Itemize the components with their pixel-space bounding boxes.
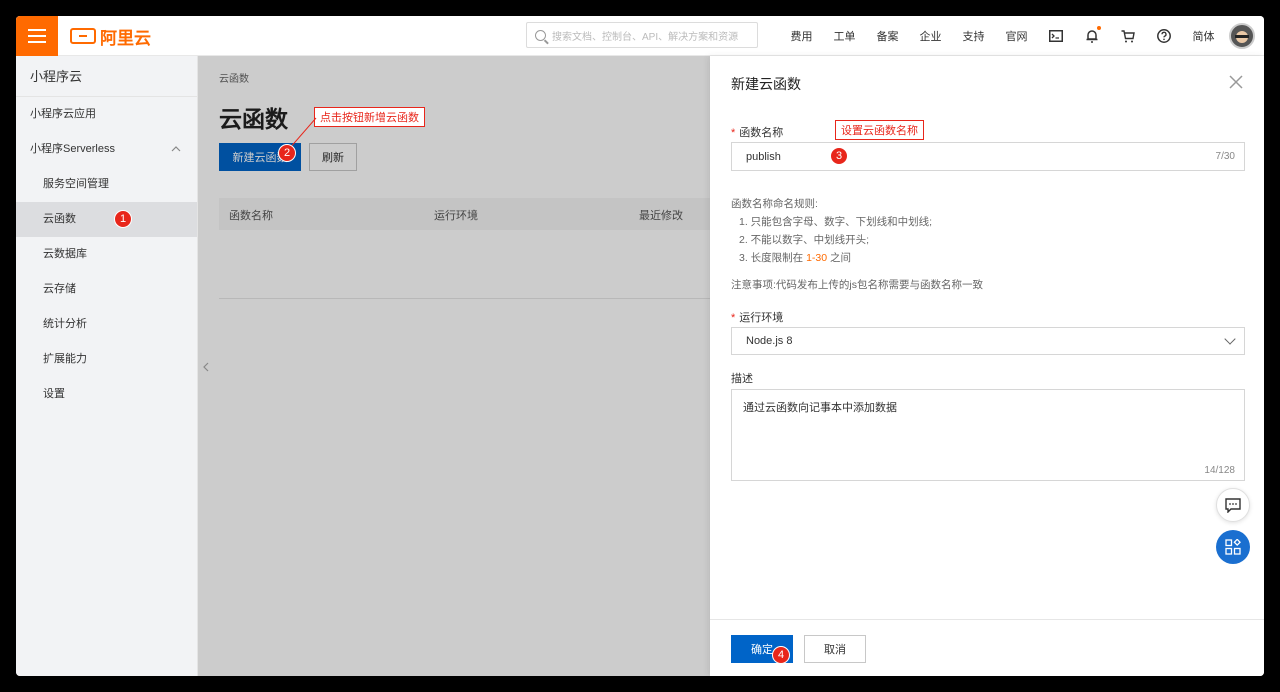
sidebar-title: 小程序云 — [16, 56, 197, 97]
logo-mark-icon — [70, 28, 96, 44]
drawer-footer: 确定 4 取消 — [710, 619, 1264, 676]
sidebar-item-space-management[interactable]: 服务空间管理 — [16, 167, 197, 202]
nav-fees[interactable]: 费用 — [780, 28, 823, 44]
search-input[interactable]: 搜索文档、控制台、API、解决方案和资源 — [526, 22, 758, 48]
sidebar-item-label: 云存储 — [43, 283, 76, 295]
help-icon[interactable] — [1146, 29, 1182, 43]
function-name-label: * 函数名称 — [731, 124, 783, 140]
runtime-label: * 运行环境 — [731, 309, 783, 325]
nav-tickets[interactable]: 工单 — [823, 28, 866, 44]
rule-3-suffix: 之间 — [827, 252, 852, 264]
runtime-value: Node.js 8 — [746, 335, 793, 347]
sidebar-item-miniapp-cloud-app[interactable]: 小程序云应用 — [16, 97, 197, 132]
notification-dot — [1097, 26, 1101, 30]
search-icon — [535, 29, 546, 41]
sidebar-item-label: 云数据库 — [43, 248, 87, 260]
sidebar-item-label: 服务空间管理 — [43, 178, 109, 190]
function-name-input[interactable]: publish 3 7/30 — [731, 142, 1245, 171]
rule-3-range: 1-30 — [806, 252, 828, 264]
description-value: 通过云函数向记事本中添加数据 — [743, 402, 897, 414]
sidebar-item-cloud-storage[interactable]: 云存储 — [16, 272, 197, 307]
step-badge-4: 4 — [772, 646, 790, 664]
rules-title: 函数名称命名规则: — [731, 198, 818, 210]
avatar[interactable] — [1229, 23, 1255, 49]
new-function-drawer: 新建云函数 * 函数名称 设置云函数名称 publish 3 7/30 函数名称命… — [710, 56, 1264, 676]
naming-note: 注意事项:代码发布上传的js包名称需要与函数名称一致 — [731, 279, 983, 291]
step-badge-1: 1 — [114, 210, 132, 228]
cancel-button[interactable]: 取消 — [804, 635, 866, 663]
annotation-tip-name: 设置云函数名称 — [835, 120, 924, 140]
sidebar-item-label: 设置 — [43, 388, 65, 400]
function-name-count: 7/30 — [1215, 151, 1235, 162]
sidebar-item-label: 小程序Serverless — [30, 143, 115, 155]
confirm-button-label: 确定 — [751, 644, 773, 656]
rule-3: 3. 长度限制在 1-30 之间 — [731, 249, 932, 267]
logo[interactable]: 阿里云 — [70, 25, 151, 48]
chevron-up-icon — [171, 132, 181, 167]
sidebar-item-settings[interactable]: 设置 — [16, 377, 197, 412]
logo-text: 阿里云 — [100, 28, 151, 48]
bell-icon[interactable] — [1074, 26, 1110, 43]
overlay-mask[interactable] — [198, 56, 710, 676]
app-window: 阿里云 搜索文档、控制台、API、解决方案和资源 费用 工单 备案 企业 支持 … — [16, 16, 1264, 676]
top-bar: 阿里云 搜索文档、控制台、API、解决方案和资源 费用 工单 备案 企业 支持 … — [16, 16, 1264, 56]
sidebar-item-extensions[interactable]: 扩展能力 — [16, 342, 197, 377]
close-icon[interactable] — [1229, 73, 1243, 93]
sidebar-item-label: 小程序云应用 — [30, 108, 96, 120]
nav-website[interactable]: 官网 — [995, 28, 1038, 44]
apps-icon — [1225, 539, 1241, 555]
top-nav: 费用 工单 备案 企业 支持 官网 简体 — [780, 16, 1225, 56]
runtime-label-text: 运行环境 — [739, 312, 784, 324]
step-badge-2: 2 — [278, 144, 296, 162]
chevron-down-icon — [1224, 333, 1236, 345]
description-textarea[interactable]: 通过云函数向记事本中添加数据 14/128 — [731, 389, 1245, 481]
chat-icon — [1225, 497, 1241, 513]
apps-button[interactable] — [1216, 530, 1250, 564]
sidebar-item-statistics[interactable]: 统计分析 — [16, 307, 197, 342]
nav-support[interactable]: 支持 — [952, 28, 995, 44]
feedback-chat-button[interactable] — [1216, 488, 1250, 522]
description-count: 14/128 — [1204, 465, 1235, 476]
sidebar-item-cloud-function[interactable]: 云函数 1 — [16, 202, 197, 237]
nav-icp[interactable]: 备案 — [866, 28, 909, 44]
sidebar-item-cloud-database[interactable]: 云数据库 — [16, 237, 197, 272]
cart-icon[interactable] — [1110, 29, 1146, 43]
terminal-icon[interactable] — [1038, 30, 1074, 42]
required-mark: * — [731, 312, 736, 324]
naming-rules: 函数名称命名规则: 1. 只能包含字母、数字、下划线和中划线; 2. 不能以数字… — [731, 195, 932, 267]
drawer-title: 新建云函数 — [731, 76, 801, 92]
function-name-label-text: 函数名称 — [739, 127, 784, 139]
rule-1: 1. 只能包含字母、数字、下划线和中划线; — [739, 216, 933, 228]
cancel-button-label: 取消 — [824, 644, 846, 656]
sidebar-item-label: 云函数 — [43, 213, 76, 225]
rule-3-prefix: 3. 长度限制在 — [739, 252, 807, 264]
sidebar-item-label: 统计分析 — [43, 318, 87, 330]
description-label: 描述 — [731, 373, 753, 385]
sidebar: 小程序云 小程序云应用 小程序Serverless 服务空间管理 云函数 1 云… — [16, 56, 198, 676]
runtime-select[interactable]: Node.js 8 — [731, 327, 1245, 355]
nav-enterprise[interactable]: 企业 — [909, 28, 952, 44]
menu-icon[interactable] — [16, 16, 58, 56]
step-badge-3: 3 — [830, 147, 848, 165]
required-mark: * — [731, 127, 736, 139]
search-placeholder: 搜索文档、控制台、API、解决方案和资源 — [552, 31, 739, 43]
sidebar-item-label: 扩展能力 — [43, 353, 87, 365]
annotation-tip-new: 点击按钮新增云函数 — [314, 107, 425, 127]
rule-2: 2. 不能以数字、中划线开头; — [739, 234, 870, 246]
language-switch[interactable]: 简体 — [1182, 28, 1225, 44]
sidebar-item-serverless[interactable]: 小程序Serverless — [16, 132, 197, 167]
function-name-value: publish — [746, 151, 781, 163]
